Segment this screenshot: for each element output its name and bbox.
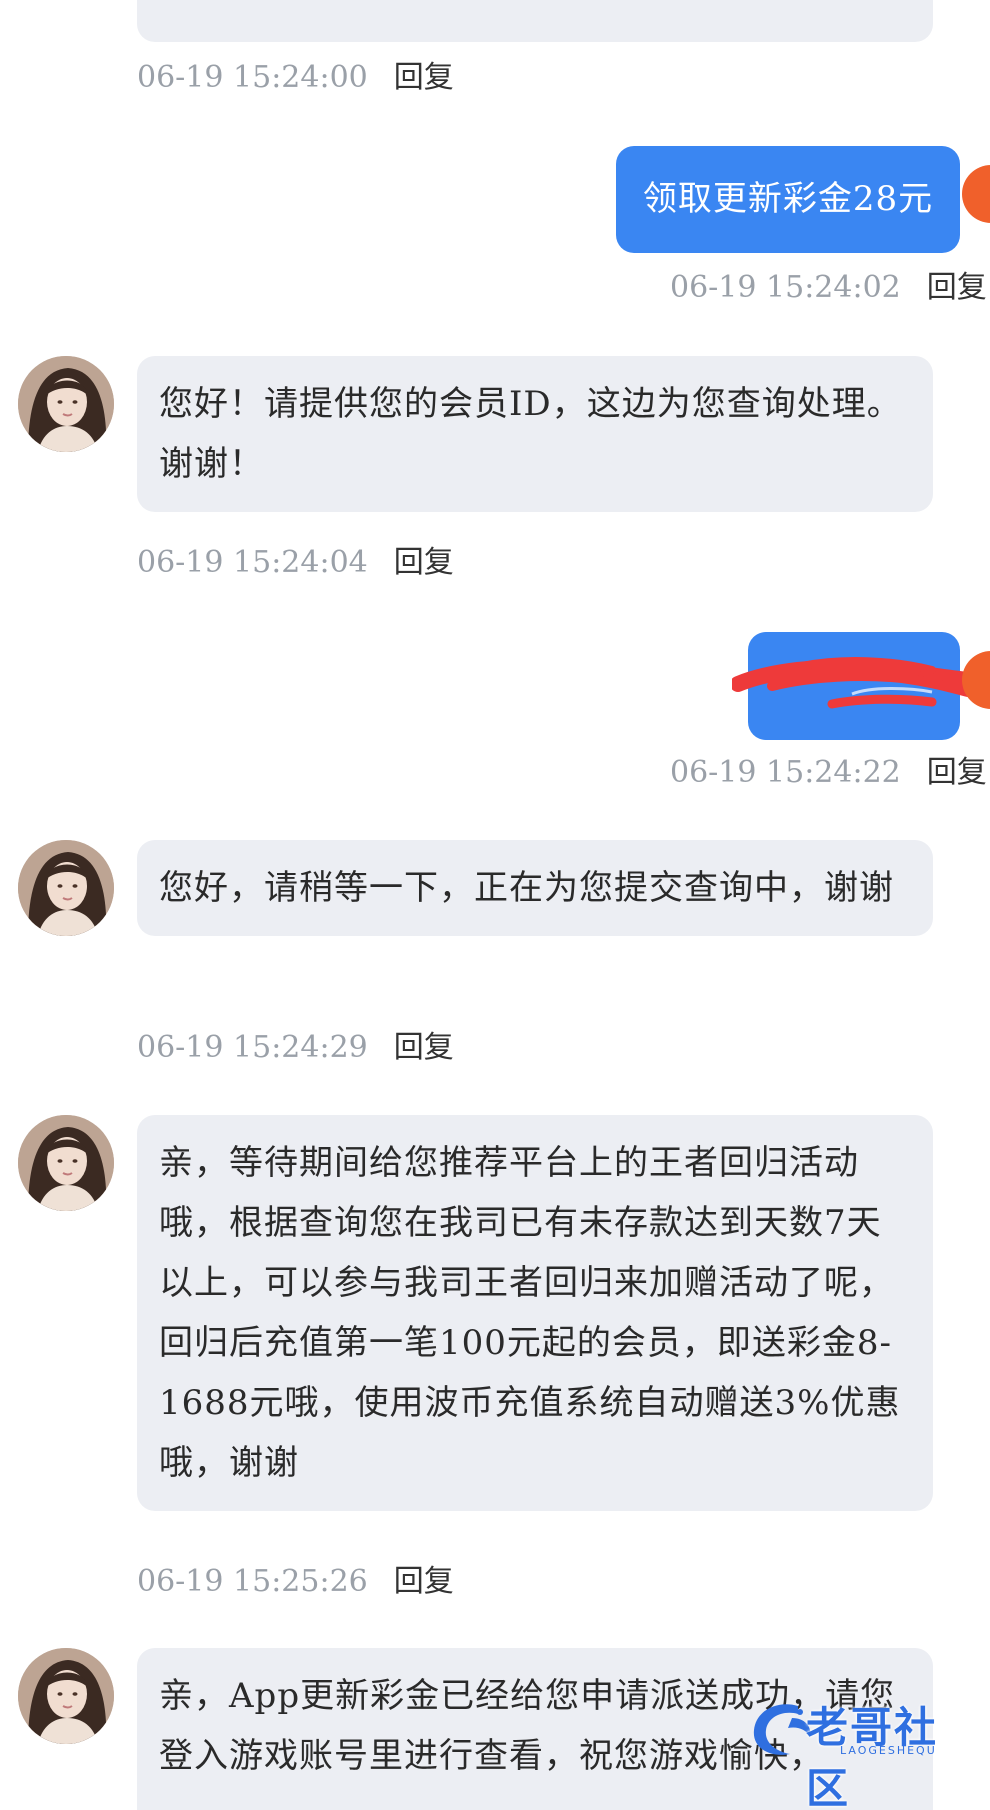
reply-button[interactable]: 回复 — [927, 270, 987, 305]
incoming-message-bubble — [137, 0, 933, 42]
redaction-scribble — [732, 657, 976, 709]
message-timestamp: 06-19 15:24:04 — [137, 545, 368, 580]
message-meta: 06-19 15:24:00 回复 — [137, 58, 454, 98]
reply-button[interactable]: 回复 — [394, 60, 454, 95]
message-meta: 06-19 15:24:22 回复 — [670, 753, 987, 793]
message-meta: 06-19 15:24:04 回复 — [137, 543, 454, 583]
message-timestamp: 06-19 15:24:29 — [137, 1030, 368, 1065]
message-text: 您好！请提供您的会员ID，这边为您查询处理。谢谢！ — [159, 384, 902, 484]
incoming-message-bubble: 您好，请稍等一下，正在为您提交查询中，谢谢 — [137, 840, 933, 936]
message-timestamp: 06-19 15:24:00 — [137, 60, 368, 95]
incoming-message-bubble: 亲，等待期间给您推荐平台上的王者回归活动哦，根据查询您在我司已有未存款达到天数7… — [137, 1115, 933, 1511]
agent-avatar[interactable] — [18, 1648, 114, 1744]
message-meta: 06-19 15:24:02 回复 — [670, 268, 987, 308]
watermark-logo: 老哥社区 LAOGESHEQU — [748, 1692, 980, 1810]
message-text: 您好，请稍等一下，正在为您提交查询中，谢谢 — [159, 868, 894, 908]
reply-button[interactable]: 回复 — [927, 755, 987, 790]
agent-avatar[interactable] — [18, 356, 114, 452]
self-avatar[interactable] — [962, 165, 990, 223]
reply-button[interactable]: 回复 — [394, 545, 454, 580]
message-text: 亲，等待期间给您推荐平台上的王者回归活动哦，根据查询您在我司已有未存款达到天数7… — [159, 1143, 901, 1483]
reply-button[interactable]: 回复 — [394, 1030, 454, 1065]
agent-avatar-image — [18, 1115, 114, 1211]
message-timestamp: 06-19 15:24:22 — [670, 755, 901, 790]
agent-avatar[interactable] — [18, 1115, 114, 1211]
agent-avatar-image — [18, 1648, 114, 1744]
message-meta: 06-19 15:25:26 回复 — [137, 1562, 454, 1602]
agent-avatar[interactable] — [18, 840, 114, 936]
reply-button[interactable]: 回复 — [394, 1564, 454, 1599]
chat-conversation[interactable]: 06-19 15:24:00 回复 领取更新彩金28元 06-19 15:24:0… — [0, 0, 990, 1810]
agent-avatar-image — [18, 840, 114, 936]
incoming-message-bubble: 您好！请提供您的会员ID，这边为您查询处理。谢谢！ — [137, 356, 933, 512]
watermark-subtext: LAOGESHEQU — [840, 1744, 937, 1757]
message-timestamp: 06-19 15:25:26 — [137, 1564, 368, 1599]
message-text: 领取更新彩金28元 — [642, 179, 934, 219]
message-meta: 06-19 15:24:29 回复 — [137, 1028, 454, 1068]
outgoing-message-bubble: 领取更新彩金28元 — [616, 146, 960, 253]
message-timestamp: 06-19 15:24:02 — [670, 270, 901, 305]
agent-avatar-image — [18, 356, 114, 452]
